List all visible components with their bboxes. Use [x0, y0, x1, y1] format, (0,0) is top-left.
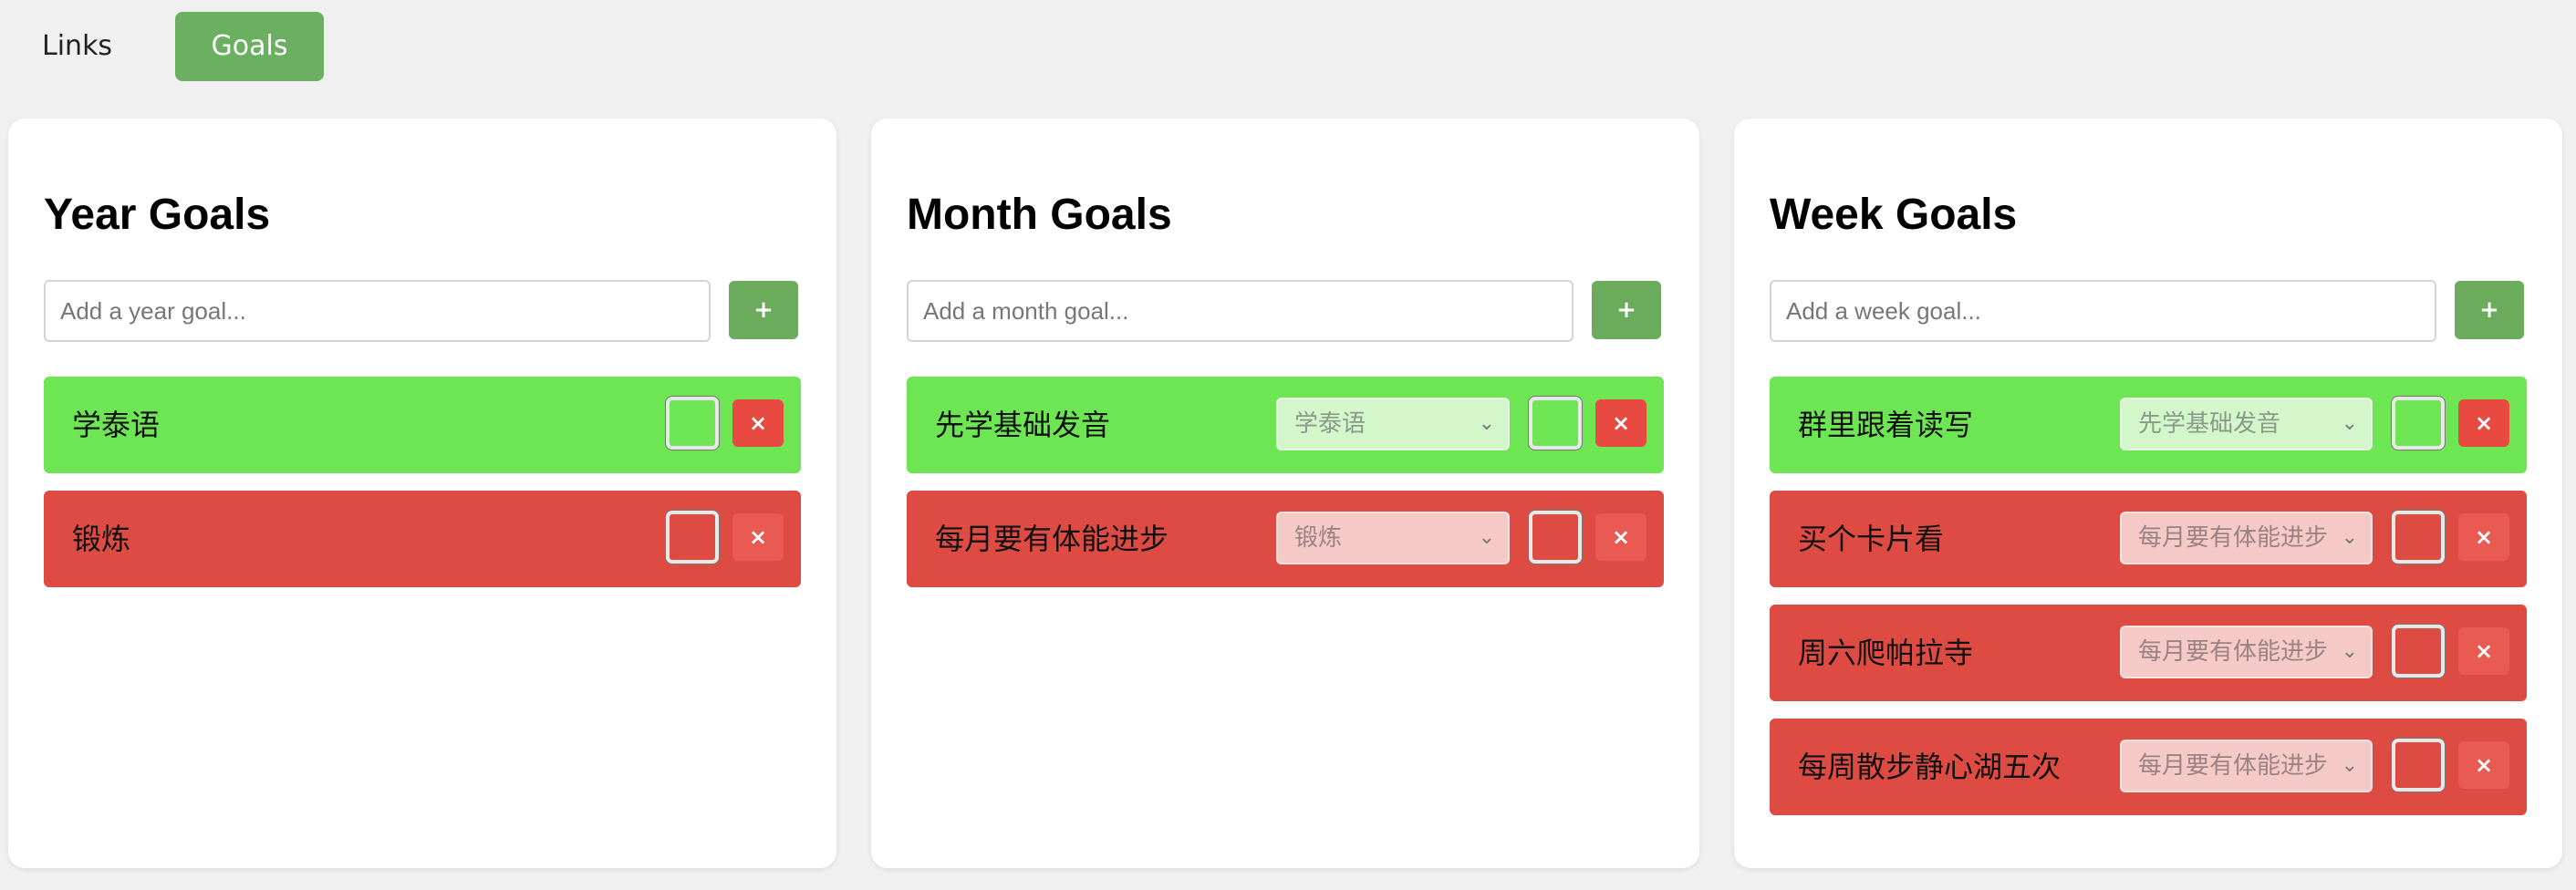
- week-goals-title: Week Goals: [1770, 191, 2018, 239]
- parent-goal-value: 每月要有体能进步: [2138, 752, 2329, 780]
- week-add-row: +: [1770, 280, 2527, 342]
- status-color-picker[interactable]: [1529, 511, 1582, 564]
- month-goal-item: 先学基础发音 学泰语 ⌄ ×: [907, 377, 1664, 473]
- delete-button[interactable]: ×: [732, 513, 784, 561]
- status-color-picker[interactable]: [2392, 397, 2445, 450]
- chevron-down-icon: ⌄: [2341, 526, 2358, 549]
- week-goals-panel: Week Goals + 群里跟着读写 先学基础发音 ⌄ × 买个卡片看 每月要…: [1734, 119, 2562, 868]
- status-color-picker[interactable]: [2392, 739, 2445, 792]
- year-goal-item: 学泰语 ×: [44, 377, 801, 473]
- month-goal-input[interactable]: [907, 280, 1574, 342]
- week-goal-input[interactable]: [1770, 280, 2436, 342]
- parent-goal-value: 先学基础发音: [2138, 410, 2281, 438]
- parent-goal-value: 每月要有体能进步: [2138, 524, 2329, 552]
- month-goals-panel: Month Goals + 先学基础发音 学泰语 ⌄ × 每月要有体能进步 锻炼…: [871, 119, 1699, 868]
- delete-button[interactable]: ×: [2458, 513, 2509, 561]
- week-goal-item: 周六爬帕拉寺 每月要有体能进步 ⌄ ×: [1770, 605, 2527, 701]
- parent-goal-value: 每月要有体能进步: [2138, 638, 2329, 666]
- nav-goals-tab[interactable]: Goals: [175, 12, 324, 81]
- year-goals-title: Year Goals: [44, 191, 271, 239]
- month-goal-item: 每月要有体能进步 锻炼 ⌄ ×: [907, 491, 1664, 587]
- week-add-button[interactable]: +: [2455, 281, 2524, 339]
- delete-button[interactable]: ×: [2458, 627, 2509, 675]
- month-add-row: +: [907, 280, 1664, 342]
- parent-goal-select[interactable]: 学泰语 ⌄: [1276, 398, 1510, 450]
- goal-text: 每月要有体能进步: [935, 522, 1169, 556]
- delete-button[interactable]: ×: [2458, 399, 2509, 447]
- week-goal-item: 每周散步静心湖五次 每月要有体能进步 ⌄ ×: [1770, 719, 2527, 815]
- top-nav: Links Goals: [0, 0, 2576, 91]
- goal-text: 学泰语: [72, 408, 161, 442]
- year-goals-panel: Year Goals + 学泰语 × 锻炼 ×: [8, 119, 836, 868]
- parent-goal-select[interactable]: 先学基础发音 ⌄: [2120, 398, 2373, 450]
- parent-goal-value: 锻炼: [1294, 524, 1343, 552]
- delete-button[interactable]: ×: [1595, 513, 1646, 561]
- status-color-picker[interactable]: [666, 511, 719, 564]
- parent-goal-value: 学泰语: [1294, 410, 1366, 438]
- status-color-picker[interactable]: [666, 397, 719, 450]
- year-goal-item: 锻炼 ×: [44, 491, 801, 587]
- chevron-down-icon: ⌄: [1478, 526, 1495, 549]
- parent-goal-select[interactable]: 每月要有体能进步 ⌄: [2120, 512, 2373, 564]
- status-color-picker[interactable]: [2392, 625, 2445, 678]
- delete-button[interactable]: ×: [2458, 741, 2509, 789]
- delete-button[interactable]: ×: [1595, 399, 1646, 447]
- week-goal-item: 买个卡片看 每月要有体能进步 ⌄ ×: [1770, 491, 2527, 587]
- nav-links-tab[interactable]: Links: [18, 12, 136, 81]
- goal-text: 周六爬帕拉寺: [1798, 636, 1974, 670]
- week-goal-item: 群里跟着读写 先学基础发音 ⌄ ×: [1770, 377, 2527, 473]
- goal-text: 锻炼: [72, 522, 131, 556]
- goal-text: 先学基础发音: [935, 408, 1111, 442]
- parent-goal-select[interactable]: 锻炼 ⌄: [1276, 512, 1510, 564]
- chevron-down-icon: ⌄: [1478, 412, 1495, 435]
- chevron-down-icon: ⌄: [2341, 412, 2358, 435]
- delete-button[interactable]: ×: [732, 399, 784, 447]
- month-goals-title: Month Goals: [907, 191, 1172, 239]
- status-color-picker[interactable]: [1529, 397, 1582, 450]
- chevron-down-icon: ⌄: [2341, 640, 2358, 663]
- chevron-down-icon: ⌄: [2341, 754, 2358, 777]
- goal-text: 群里跟着读写: [1798, 408, 1974, 442]
- goal-text: 买个卡片看: [1798, 522, 1945, 556]
- goal-text: 每周散步静心湖五次: [1798, 750, 2062, 784]
- year-goal-input[interactable]: [44, 280, 711, 342]
- status-color-picker[interactable]: [2392, 511, 2445, 564]
- month-add-button[interactable]: +: [1592, 281, 1661, 339]
- year-add-row: +: [44, 280, 801, 342]
- parent-goal-select[interactable]: 每月要有体能进步 ⌄: [2120, 626, 2373, 678]
- parent-goal-select[interactable]: 每月要有体能进步 ⌄: [2120, 740, 2373, 792]
- year-add-button[interactable]: +: [729, 281, 798, 339]
